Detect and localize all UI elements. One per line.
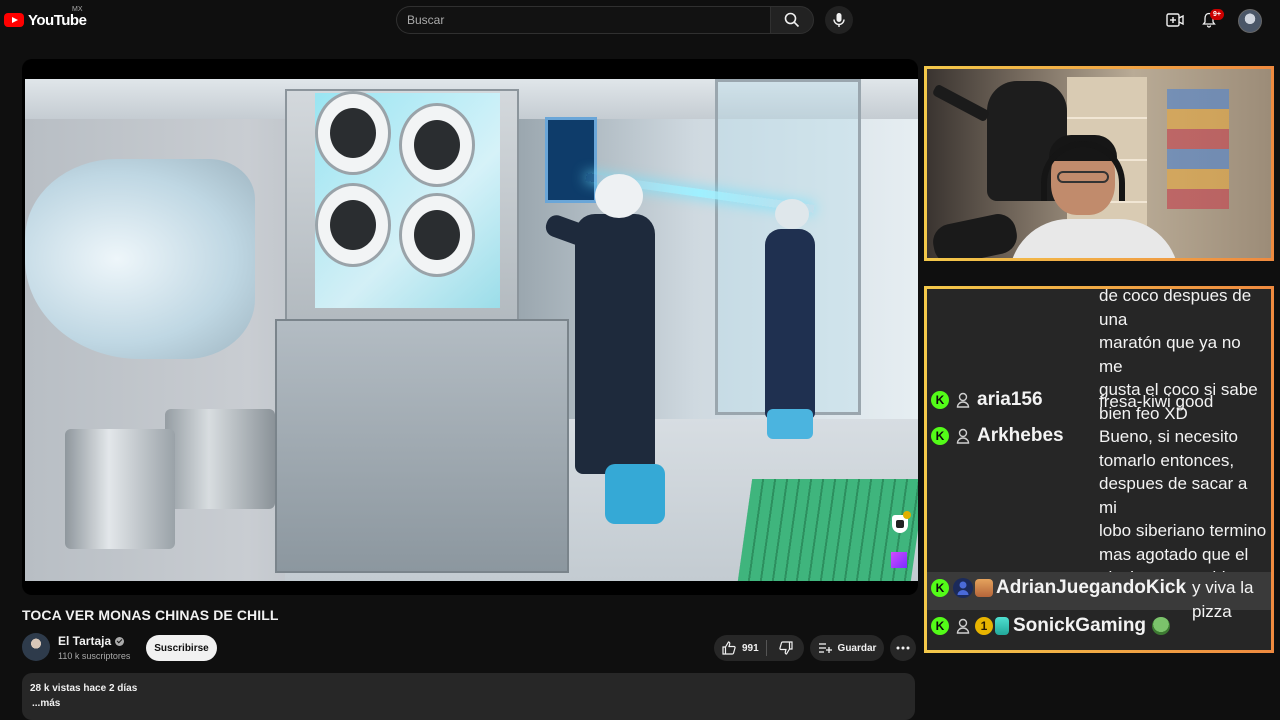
thumbs-down-icon bbox=[778, 641, 793, 655]
create-button[interactable] bbox=[1164, 10, 1186, 30]
chat-message-highlighted: K AdrianJuegandoKick y viva la pizza bbox=[927, 572, 1271, 621]
video-scene-glove-port bbox=[315, 91, 391, 175]
kick-badge-icon: K bbox=[931, 427, 949, 445]
channel-name-row[interactable]: El Tartaja bbox=[58, 634, 125, 648]
video-scene-plastic-bag bbox=[25, 159, 255, 359]
description-box[interactable]: 28 k vistas hace 2 días ...más bbox=[22, 673, 915, 720]
video-scene-worker bbox=[543, 174, 705, 554]
youtube-play-icon bbox=[4, 13, 24, 27]
like-count: 991 bbox=[742, 642, 759, 654]
like-dislike-group: 991 bbox=[714, 635, 804, 661]
kick-badge-icon: K bbox=[931, 579, 949, 597]
chat-message-text: Bueno, si necesito tomarlo entonces, des… bbox=[1099, 427, 1267, 587]
verified-icon bbox=[115, 636, 125, 646]
chat-message-list: de coco despues de una maratón que ya no… bbox=[927, 289, 1271, 650]
user-avatar-icon bbox=[953, 578, 973, 598]
masthead: YouTube MX 9+ bbox=[0, 0, 1280, 40]
user-icon bbox=[953, 390, 973, 410]
video-scene-glove-port bbox=[399, 103, 475, 187]
dislike-button[interactable] bbox=[767, 635, 804, 661]
chat-username: aria156 bbox=[977, 389, 1043, 410]
search-input[interactable] bbox=[397, 7, 757, 33]
account-avatar[interactable] bbox=[1238, 9, 1262, 33]
like-button[interactable]: 991 bbox=[714, 635, 766, 661]
video-scene-worker bbox=[755, 199, 825, 449]
thumbs-up-icon bbox=[722, 641, 736, 655]
playlist-add-icon bbox=[818, 643, 832, 653]
chat-message: K aria156 fresa-kiwi good bbox=[927, 384, 1271, 420]
youtube-logo[interactable]: YouTube MX bbox=[4, 6, 87, 32]
save-label: Guardar bbox=[837, 642, 877, 654]
user-icon bbox=[953, 616, 973, 636]
gift-badge-icon bbox=[995, 617, 1009, 635]
save-button[interactable]: Guardar bbox=[810, 635, 884, 661]
subscriber-badge-icon bbox=[975, 579, 993, 597]
channel-name[interactable]: El Tartaja bbox=[58, 634, 111, 648]
kick-badge-icon: K bbox=[931, 617, 949, 635]
chat-username: SonickGaming bbox=[1013, 615, 1147, 636]
chat-message: K Arkhebes Bueno, si necesito tomarlo en… bbox=[927, 420, 1271, 587]
video-player[interactable] bbox=[22, 59, 918, 595]
user-icon bbox=[953, 426, 973, 446]
more-actions-button[interactable] bbox=[890, 635, 916, 661]
kick-badge-icon: K bbox=[931, 391, 949, 409]
stream-overlay-purple-icon bbox=[891, 552, 907, 568]
frog-emote-icon bbox=[1152, 617, 1171, 635]
channel-avatar[interactable] bbox=[22, 633, 50, 661]
country-code: MX bbox=[72, 6, 83, 13]
video-scene-steel-tank bbox=[165, 409, 275, 509]
chat-username: AdrianJuegandoKick bbox=[996, 577, 1187, 598]
logo-wordmark: YouTube bbox=[28, 11, 87, 29]
video-scene-machine-base bbox=[275, 319, 569, 573]
chat-message: K 1 SonickGaming bbox=[927, 610, 1271, 650]
subscribe-button[interactable]: Suscribirse bbox=[146, 635, 217, 661]
microphone-icon bbox=[833, 13, 845, 27]
chat-message-text: fresa-kiwi good bbox=[1099, 392, 1214, 411]
tier-badge-icon: 1 bbox=[975, 617, 993, 635]
video-scene-steel-tank bbox=[65, 429, 175, 549]
video-scene-glove-port bbox=[399, 193, 475, 277]
stream-overlay-badge bbox=[903, 511, 911, 519]
voice-search-button[interactable] bbox=[825, 6, 853, 34]
video-frame[interactable] bbox=[25, 79, 918, 581]
view-count-and-date: 28 k vistas hace 2 días bbox=[30, 683, 138, 694]
notification-count-badge: 9+ bbox=[1210, 9, 1224, 20]
more-horizontal-icon bbox=[896, 646, 910, 650]
search-box bbox=[396, 6, 770, 34]
subscriber-count: 110 k suscriptores bbox=[58, 651, 131, 661]
webcam-mic-arm bbox=[931, 83, 991, 123]
chat-username: Arkhebes bbox=[977, 425, 1064, 446]
stream-chat-overlay: de coco despues de una maratón que ya no… bbox=[924, 286, 1274, 653]
webcam-microphone bbox=[929, 210, 1021, 258]
chat-message-continuation: de coco despues de una maratón que ya no… bbox=[927, 289, 1271, 423]
streamer-webcam bbox=[924, 66, 1274, 261]
webcam-streamer bbox=[1009, 135, 1179, 258]
search-icon bbox=[784, 12, 800, 28]
video-title: TOCA VER MONAS CHINAS DE CHILL bbox=[22, 607, 279, 623]
show-more-link[interactable]: ...más bbox=[32, 698, 60, 709]
video-scene-glove-port bbox=[315, 183, 391, 267]
create-video-icon bbox=[1166, 13, 1184, 27]
search-button[interactable] bbox=[770, 6, 814, 34]
